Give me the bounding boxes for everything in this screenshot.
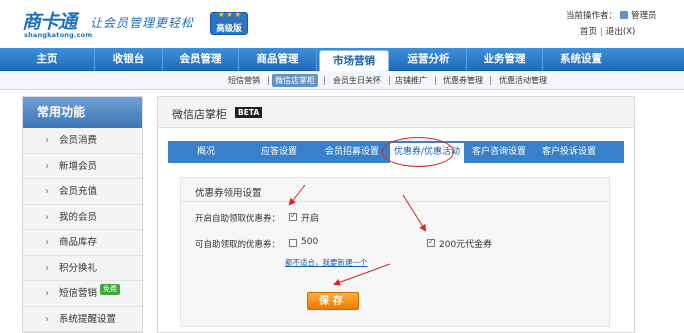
panel-header: 微信店掌柜 BETA	[158, 97, 634, 128]
sidebar-item-reminders[interactable]: › 系统提醒设置	[23, 307, 142, 332]
brand-slogan: 让会员管理更轻松	[90, 16, 195, 30]
main-nav-analytics[interactable]: 运营分析	[391, 48, 467, 71]
chevron-right-icon: ›	[45, 237, 49, 248]
sidebar-item-label: 新增会员	[59, 160, 98, 172]
tab-reply-settings[interactable]: 应答设置	[244, 141, 314, 163]
sub-nav-divider	[389, 76, 390, 85]
sidebar-item-inventory[interactable]: › 商品库存	[23, 230, 142, 256]
sidebar-item-label: 积分换礼	[59, 262, 98, 274]
edition-label: 高级版	[216, 24, 242, 34]
edition-badge: ★★★ 高级版	[210, 10, 248, 35]
main-nav-cashier[interactable]: 收银台	[95, 48, 163, 71]
user-icon	[620, 11, 629, 19]
sidebar-item-label: 商品库存	[59, 237, 98, 248]
chevron-right-icon: ›	[45, 313, 49, 325]
coupon-200-label: 200元代金券	[439, 240, 493, 250]
chevron-right-icon: ›	[45, 288, 49, 299]
free-badge: 免费	[100, 284, 121, 295]
create-coupon-link[interactable]: 都不适合，我要新建一个	[285, 257, 368, 268]
sub-nav-activities[interactable]: 优惠活动管理	[495, 74, 551, 87]
sidebar-item-sms[interactable]: › 短信营销 免费	[23, 281, 142, 307]
sub-nav-divider	[490, 76, 491, 85]
auto-receive-label: 开启自助领取优惠券：	[195, 214, 281, 224]
tab-consult-settings[interactable]: 客户咨询设置	[464, 141, 534, 163]
star-icon: ★★★	[217, 10, 243, 19]
main-nav-business[interactable]: 业务管理	[467, 48, 543, 71]
chevron-right-icon: ›	[45, 186, 49, 197]
section-title: 优惠券领用设置	[195, 188, 262, 199]
sub-nav-divider	[324, 76, 325, 85]
auto-receive-option: 开启	[301, 214, 320, 224]
section-divider	[181, 201, 609, 202]
logo-text: 商卡通	[22, 11, 77, 33]
tab-overview[interactable]: 概况	[168, 141, 244, 163]
beta-badge: BETA	[235, 107, 263, 118]
sub-nav-sms[interactable]: 短信营销	[226, 74, 262, 87]
sidebar-item-label: 会员充值	[59, 186, 98, 197]
sidebar: 常用功能 › 会员消费 › 新增会员 › 会员充值 › 我的会员 › 商品库存 › 积分换礼…	[22, 96, 143, 333]
coupons-label: 可自助领取的优惠券：	[195, 240, 281, 250]
sidebar-item-new-member[interactable]: › 新增会员	[23, 154, 142, 179]
save-button[interactable]: 保存	[307, 292, 359, 310]
operator-info: 当前操作者： 管理员	[566, 9, 657, 21]
operator-name: 管理员	[631, 11, 657, 21]
sub-nav-wechat[interactable]: 微信店掌柜	[272, 74, 318, 87]
sidebar-item-label: 系统提醒设置	[59, 313, 117, 325]
main-nav: 主页 收银台 会员管理 商品管理 市场营销 运营分析 业务管理 系统设置	[0, 48, 684, 71]
sub-nav-coupons[interactable]: 优惠券管理	[440, 74, 486, 87]
sidebar-item-label: 会员消费	[59, 135, 98, 146]
coupon-200-checkbox[interactable]	[427, 237, 435, 247]
chevron-right-icon: ›	[45, 211, 49, 223]
main-nav-marketing[interactable]: 市场营销	[319, 50, 389, 71]
coupon-500-checkbox[interactable]	[289, 239, 297, 247]
sidebar-item-my-members[interactable]: › 我的会员	[23, 205, 142, 230]
coupon-500-label: 500	[301, 237, 319, 247]
main-nav-settings[interactable]: 系统设置	[543, 48, 619, 71]
sub-nav-promotion[interactable]: 店铺推广	[393, 74, 429, 87]
sidebar-item-label: 我的会员	[59, 211, 98, 223]
top-links: 首页 | 退出(X)	[580, 25, 635, 37]
sidebar-item-recharge[interactable]: › 会员充值	[23, 179, 142, 205]
content-panel: 微信店掌柜 BETA 概况 应答设置 会员招募设置 优惠券/优惠活动 客户咨询设…	[157, 96, 635, 333]
sub-nav-divider	[268, 76, 269, 85]
operator-label: 当前操作者：	[566, 11, 618, 21]
tab-recruit-settings[interactable]: 会员招募设置	[314, 141, 390, 163]
sub-nav-divider	[435, 76, 436, 85]
header: 商卡通 shangkatong.com 让会员管理更轻松 ★★★ 高级版 当前操…	[0, 0, 684, 48]
brand-logo[interactable]: 商卡通 shangkatong.com	[22, 7, 92, 41]
sidebar-title: 常用功能	[23, 97, 142, 128]
logout-link[interactable]: 退出(X)	[606, 27, 635, 37]
main-nav-members[interactable]: 会员管理	[163, 48, 239, 71]
main-nav-products[interactable]: 商品管理	[239, 48, 317, 71]
chevron-right-icon: ›	[45, 135, 49, 146]
sub-nav: 短信营销 微信店掌柜 会员生日关怀 店铺推广 优惠券管理 优惠活动管理	[0, 71, 684, 90]
link-separator: |	[600, 27, 603, 37]
chevron-right-icon: ›	[45, 160, 49, 172]
sidebar-item-points[interactable]: › 积分换礼	[23, 256, 142, 281]
coupon-settings-form: 优惠券领用设置 开启自助领取优惠券： 开启 可自助领取的优惠券： 500 200…	[180, 177, 610, 327]
sidebar-item-label: 短信营销	[59, 288, 98, 299]
tab-complaint-settings[interactable]: 客户投诉设置	[534, 141, 604, 163]
home-link[interactable]: 首页	[580, 27, 597, 37]
page-title: 微信店掌柜	[172, 108, 227, 121]
annotation-ellipse	[382, 137, 454, 167]
auto-receive-checkbox[interactable]	[289, 211, 297, 221]
logo-domain: shangkatong.com	[24, 31, 93, 39]
sidebar-item-consume[interactable]: › 会员消费	[23, 128, 142, 154]
chevron-right-icon: ›	[45, 262, 49, 274]
sub-nav-birthday[interactable]: 会员生日关怀	[330, 74, 384, 87]
main-nav-home[interactable]: 主页	[0, 48, 95, 71]
